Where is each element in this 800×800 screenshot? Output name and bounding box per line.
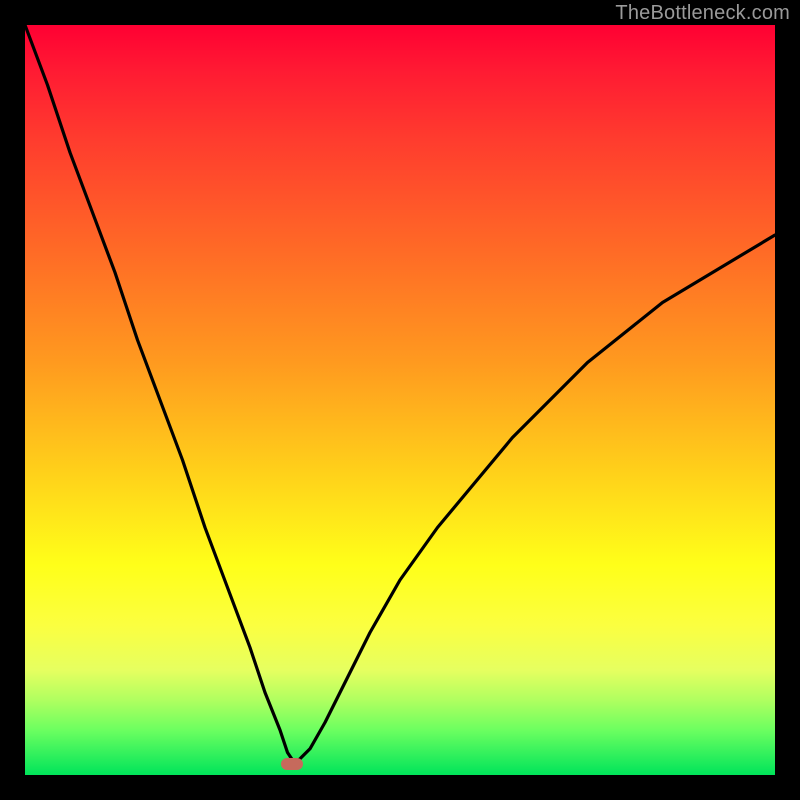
minimum-marker xyxy=(281,758,303,770)
bottleneck-curve xyxy=(25,25,775,775)
plot-area xyxy=(25,25,775,775)
watermark-text: TheBottleneck.com xyxy=(615,2,790,25)
chart-frame: TheBottleneck.com xyxy=(0,0,800,800)
